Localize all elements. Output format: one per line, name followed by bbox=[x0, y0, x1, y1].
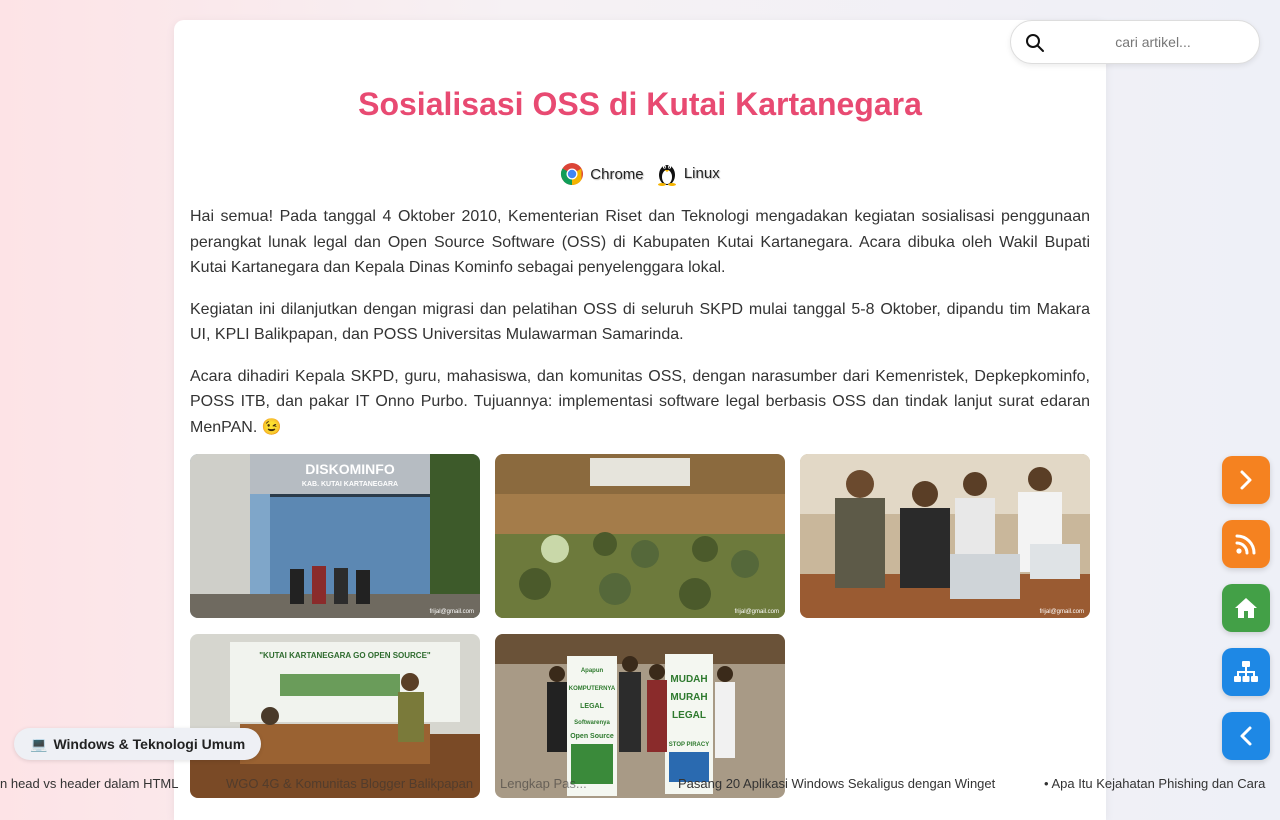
article-title: Sosialisasi OSS di Kutai Kartanegara bbox=[358, 86, 922, 122]
rss-icon bbox=[1235, 534, 1256, 555]
banner-text: Open Source bbox=[570, 733, 614, 740]
sitemap-button[interactable] bbox=[1222, 648, 1270, 696]
platform-label: Chrome bbox=[590, 165, 644, 183]
paragraph: Acara dihadiri Kepala SKPD, guru, mahasi… bbox=[190, 367, 1090, 436]
article-card: Sosialisasi OSS di Kutai Kartanegara Chr… bbox=[174, 20, 1106, 820]
banner-text: Softwarenya bbox=[574, 720, 610, 726]
article-body: Hai semua! Pada tanggal 4 Oktober 2010, … bbox=[190, 204, 1090, 456]
photo-watermark: frijal@gmail.com bbox=[1040, 609, 1084, 615]
ticker-item[interactable]: • Apa Itu Kejahatan Phishing dan Cara bbox=[1044, 776, 1265, 791]
category-badge[interactable]: 💻 Windows & Teknologi Umum bbox=[14, 728, 262, 760]
chrome-icon bbox=[561, 163, 584, 185]
category-label: Windows & Teknologi Umum bbox=[53, 736, 246, 752]
next-button[interactable] bbox=[1222, 456, 1270, 504]
banner-text: MURAH bbox=[670, 692, 707, 703]
ticker-item[interactable]: WGO 4G & Komunitas Blogger Balikpapan bbox=[226, 776, 473, 791]
banner-text: LEGAL bbox=[580, 703, 604, 710]
photo-banner: "KUTAI KARTANEGARA GO OPEN SOURCE" bbox=[259, 651, 431, 660]
home-button[interactable] bbox=[1222, 584, 1270, 632]
next-icon bbox=[1240, 470, 1252, 490]
laptop-icon: 💻 bbox=[30, 735, 48, 752]
platform-chrome[interactable]: Chrome bbox=[560, 162, 644, 186]
ticker-item[interactable]: Lengkap Pas... bbox=[500, 776, 587, 791]
banner-text: KOMPUTERNYA bbox=[569, 686, 616, 692]
paragraph: Hai semua! Pada tanggal 4 Oktober 2010, … bbox=[190, 208, 1090, 276]
photo-sign: DISKOMINFO bbox=[305, 461, 395, 477]
news-ticker: n head vs header dalam HTML WGO 4G & Kom… bbox=[0, 776, 1280, 796]
back-button[interactable] bbox=[1222, 712, 1270, 760]
platform-tags: Chrome Linux bbox=[174, 160, 1106, 190]
photo-sign-sub: KAB. KUTAI KARTANEGARA bbox=[302, 481, 398, 488]
photo-watermark: frijal@gmail.com bbox=[430, 609, 474, 615]
ticker-item[interactable]: n head vs header dalam HTML bbox=[0, 776, 178, 791]
sitemap-icon bbox=[1234, 661, 1258, 682]
gallery-photo[interactable]: DISKOMINFO KAB. KUTAI KARTANEGARA frijal… bbox=[190, 454, 480, 618]
photo-watermark: frijal@gmail.com bbox=[735, 609, 779, 615]
banner-text: LEGAL bbox=[672, 710, 706, 721]
gallery-photo[interactable]: frijal@gmail.com bbox=[495, 454, 785, 618]
search-input[interactable] bbox=[1061, 29, 1245, 55]
search-icon bbox=[1026, 34, 1044, 52]
banner-text: MUDAH bbox=[670, 674, 707, 685]
ticker-item[interactable]: Pasang 20 Aplikasi Windows Sekaligus den… bbox=[678, 776, 995, 791]
search-box[interactable] bbox=[1010, 20, 1260, 64]
banner-text: Apapun bbox=[581, 668, 604, 674]
platform-label: Linux bbox=[683, 164, 720, 182]
rss-button[interactable] bbox=[1222, 520, 1270, 568]
gallery-photo[interactable]: frijal@gmail.com bbox=[800, 454, 1090, 618]
home-icon bbox=[1235, 598, 1257, 618]
paragraph: Kegiatan ini dilanjutkan dengan migrasi … bbox=[190, 300, 1090, 344]
banner-text: STOP PIRACY bbox=[669, 742, 709, 748]
gallery-photo[interactable]: Apapun KOMPUTERNYA LEGAL Softwarenya Ope… bbox=[495, 634, 785, 798]
back-icon bbox=[1240, 726, 1252, 746]
gallery-photo[interactable]: "KUTAI KARTANEGARA GO OPEN SOURCE" bbox=[190, 634, 480, 798]
linux-tux-icon bbox=[657, 165, 676, 186]
platform-linux[interactable]: Linux bbox=[656, 160, 720, 186]
